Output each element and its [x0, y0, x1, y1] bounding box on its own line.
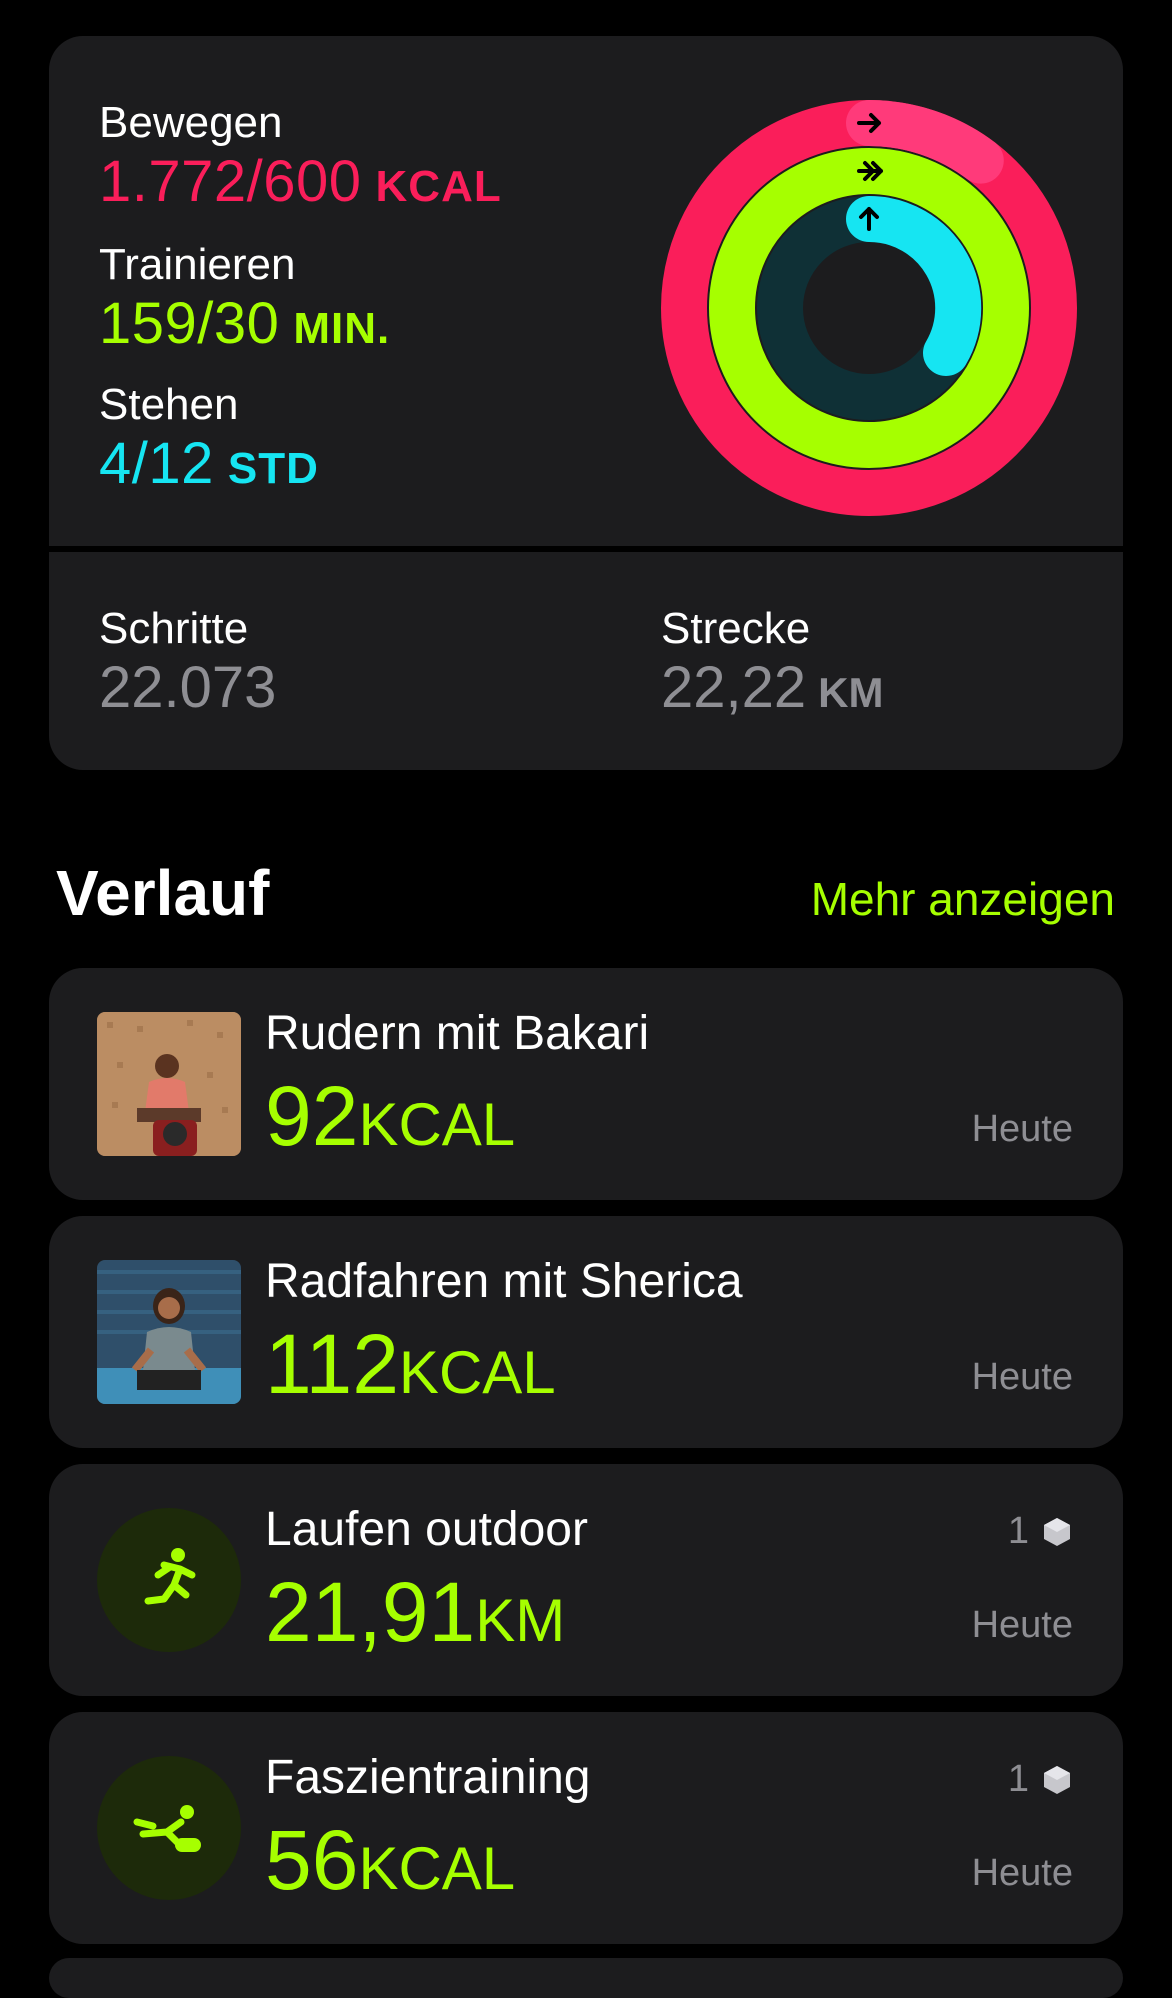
workout-thumbnail — [97, 1012, 241, 1156]
workout-item-partial[interactable] — [49, 1958, 1123, 1998]
workout-unit: KCAL — [398, 1339, 556, 1406]
running-icon — [144, 1548, 196, 1605]
steps-label: Schritte — [99, 604, 249, 653]
workout-unit: KM — [475, 1587, 566, 1654]
workout-value: 21,91KM — [265, 1564, 565, 1661]
move-value-number: 1.772/600 — [99, 149, 362, 214]
stand-unit: STD — [227, 444, 319, 493]
workout-date: Heute — [971, 1604, 1073, 1646]
move-unit: KCAL — [375, 162, 502, 211]
workout-item[interactable]: Faszientraining 56KCAL 1 Heute — [49, 1712, 1123, 1944]
activity-summary-card[interactable]: Bewegen 1.772/600 KCAL Trainieren 159/30 M… — [49, 36, 1123, 770]
divider — [49, 546, 1123, 552]
move-value: 1.772/600 KCAL — [99, 148, 502, 215]
history-title: Verlauf — [56, 857, 270, 929]
stand-label: Stehen — [99, 380, 239, 429]
award-badge: 1 — [1008, 1758, 1073, 1801]
exercise-value-number: 159/30 — [99, 291, 280, 356]
workout-item[interactable]: Radfahren mit Sherica 112KCAL Heute — [49, 1216, 1123, 1448]
workout-icon-container — [97, 1756, 241, 1900]
workout-name: Laufen outdoor — [265, 1503, 588, 1556]
workout-date: Heute — [971, 1356, 1073, 1398]
workout-unit: KCAL — [358, 1091, 516, 1158]
award-icon — [1044, 1517, 1070, 1546]
workout-value: 56KCAL — [265, 1812, 515, 1909]
stand-value: 4/12 STD — [99, 430, 319, 497]
workout-icon-container — [97, 1508, 241, 1652]
workout-date: Heute — [971, 1108, 1073, 1150]
distance-unit: KM — [818, 669, 884, 716]
stretching-icon — [133, 1805, 201, 1852]
move-label: Bewegen — [99, 98, 283, 147]
award-count: 1 — [1007, 1510, 1029, 1552]
workout-date: Heute — [971, 1852, 1073, 1894]
stand-ring-progress — [846, 195, 982, 376]
award-icon — [1044, 1765, 1070, 1794]
workout-unit: KCAL — [358, 1835, 516, 1902]
distance-value: 22,22 KM — [661, 654, 883, 721]
workout-value-number: 21,91 — [265, 1565, 476, 1659]
exercise-value: 159/30 MIN. — [99, 290, 390, 357]
workout-name: Rudern mit Bakari — [265, 1007, 650, 1060]
award-badge: 1 — [1008, 1510, 1073, 1553]
steps-value: 22.073 — [99, 655, 277, 720]
workout-value-number: 112 — [265, 1317, 399, 1411]
workout-value: 92KCAL — [265, 1068, 515, 1165]
stand-value-number: 4/12 — [99, 431, 214, 496]
award-count: 1 — [1007, 1758, 1029, 1800]
workout-thumbnail — [97, 1260, 241, 1404]
workout-value: 112KCAL — [265, 1316, 556, 1413]
workout-item[interactable]: Rudern mit Bakari 92KCAL Heute — [49, 968, 1123, 1200]
activity-rings[interactable] — [659, 98, 1079, 518]
workout-item[interactable]: Laufen outdoor 21,91KM 1 Heute — [49, 1464, 1123, 1696]
workout-value-number: 92 — [265, 1069, 359, 1163]
distance-label: Strecke — [661, 604, 811, 653]
exercise-unit: MIN. — [293, 304, 391, 353]
distance-number: 22,22 — [661, 655, 807, 720]
workout-value-number: 56 — [265, 1813, 359, 1907]
show-more-link[interactable]: Mehr anzeigen — [811, 872, 1115, 926]
workout-name: Faszientraining — [265, 1751, 591, 1804]
workout-name: Radfahren mit Sherica — [265, 1255, 743, 1308]
exercise-label: Trainieren — [99, 240, 296, 289]
